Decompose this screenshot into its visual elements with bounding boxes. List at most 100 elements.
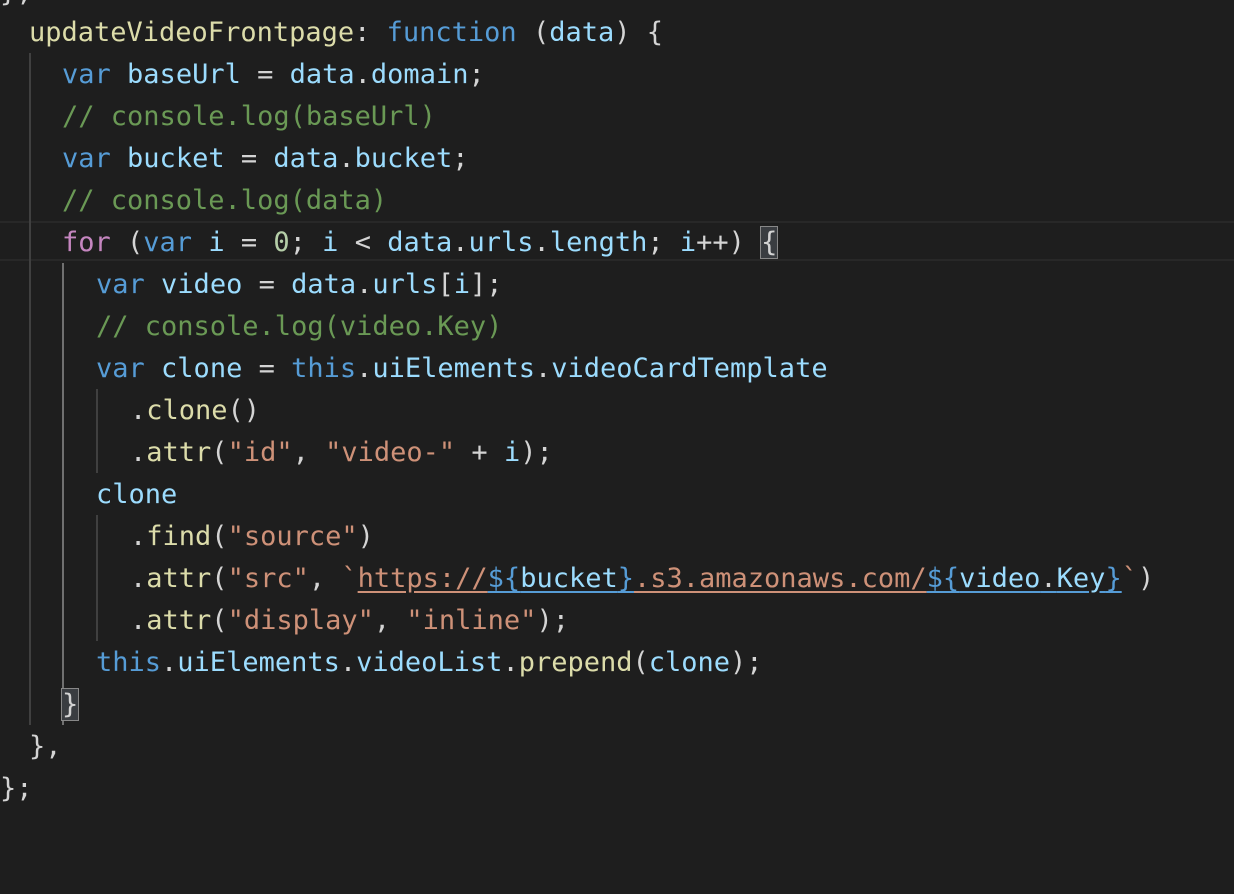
code-line-16[interactable]: this.uiElements.videoList.prepend(clone)… (0, 642, 763, 684)
code-editor[interactable]: }; updateVideoFrontpage: function (data)… (0, 0, 1234, 804)
punctuation: = (240, 59, 290, 90)
variable: clone (96, 479, 178, 510)
number: 0 (273, 227, 290, 258)
code-text: for (var i = 0; i < data.urls.length; i+… (62, 222, 779, 264)
variable: video (959, 563, 1041, 594)
code-line-1[interactable]: updateVideoFrontpage: function (data) { (0, 12, 663, 54)
punctuation: ; (468, 59, 485, 90)
string: "inline" (406, 605, 537, 636)
property: length (549, 227, 648, 258)
punctuation: ; (452, 143, 469, 174)
comment: // console.log(data) (62, 185, 388, 216)
method-name: prepend (518, 647, 633, 678)
punctuation: . (130, 563, 147, 594)
string: "display" (227, 605, 374, 636)
method-name: find (146, 521, 212, 552)
keyword: var (143, 227, 193, 258)
code-line-3[interactable]: // console.log(baseUrl) (0, 96, 436, 138)
variable: i (503, 437, 521, 468)
punctuation: ++) (696, 227, 762, 258)
variable: data (291, 269, 357, 300)
template-tick: ` (341, 563, 358, 594)
punctuation: . (161, 647, 178, 678)
indent-guide-level3-a (96, 389, 98, 473)
string: "id" (227, 437, 293, 468)
punctuation: . (354, 59, 371, 90)
punctuation: ; (647, 227, 680, 258)
code-line-12[interactable]: clone (0, 474, 177, 516)
keyword: var (62, 59, 111, 90)
code-line-15[interactable]: .attr("display", "inline"); (0, 600, 569, 642)
template-url-link[interactable]: .s3.amazonaws.com/ (634, 563, 927, 594)
punctuation: , (308, 563, 342, 594)
variable: i (208, 227, 225, 258)
punctuation: ( (211, 563, 228, 594)
variable: bucket (520, 563, 618, 594)
matched-bracket: } (60, 688, 80, 721)
variable: clone (648, 647, 731, 678)
code-line-18[interactable]: }, (0, 726, 65, 768)
punctuation: ( (516, 17, 550, 48)
punctuation: ( (632, 647, 649, 678)
punctuation: . (533, 227, 550, 258)
punctuation: . (534, 353, 552, 384)
property: uiElements (177, 647, 340, 678)
code-line-8[interactable]: // console.log(video.Key) (0, 306, 502, 348)
variable: clone (161, 353, 243, 384)
keyword: this (96, 647, 162, 678)
punctuation: ); (520, 437, 553, 468)
variable: data (387, 227, 453, 258)
code-line-4[interactable]: var bucket = data.bucket; (0, 138, 468, 180)
punctuation: ( (110, 227, 144, 258)
variable: data (289, 59, 355, 90)
method-name: attr (146, 437, 212, 468)
variable: video (161, 269, 243, 300)
keyword: this (291, 353, 357, 384)
punctuation: ]; (469, 269, 503, 300)
punctuation: ); (536, 605, 569, 636)
punctuation: . (356, 353, 373, 384)
punctuation: ( (211, 521, 228, 552)
template-url-link[interactable]: https:// (358, 563, 488, 594)
punctuation: , (292, 437, 326, 468)
punctuation: . (130, 395, 147, 426)
punctuation: ); (730, 647, 763, 678)
template-delimiter: ${ (926, 563, 960, 594)
code-line-13[interactable]: .find("source") (0, 516, 374, 558)
code-text: var video = data.urls[i]; (96, 264, 502, 306)
code-line-5[interactable]: // console.log(data) (0, 180, 387, 222)
matched-bracket: { (760, 226, 779, 259)
comment: // console.log(baseUrl) (62, 101, 436, 132)
template-delimiter: } (1105, 563, 1122, 594)
string: "src" (227, 563, 309, 594)
punctuation: + (455, 437, 504, 468)
code-line-partial-bottom[interactable]: }; (0, 768, 65, 810)
punctuation: ( (211, 437, 228, 468)
keyword: var (62, 143, 111, 174)
keyword: for (62, 227, 111, 258)
code-line-14[interactable]: .attr("src", `https://${bucket}.s3.amazo… (0, 558, 1154, 600)
keyword: var (96, 269, 145, 300)
code-text: .attr("id", "video-" + i); (130, 432, 553, 474)
keyword: var (96, 353, 145, 384)
code-text: var bucket = data.bucket; (62, 138, 468, 180)
punctuation: = (242, 353, 292, 384)
code-line-9[interactable]: var clone = this.uiElements.videoCardTem… (0, 348, 828, 390)
variable: i (453, 269, 470, 300)
code-line-11[interactable]: .attr("id", "video-" + i); (0, 432, 553, 474)
code-line-10[interactable]: .clone() (0, 390, 260, 432)
code-text: .find("source") (130, 516, 374, 558)
punctuation: . (130, 521, 147, 552)
code-text: var clone = this.uiElements.videoCardTem… (96, 348, 828, 390)
code-text: updateVideoFrontpage: function (data) { (29, 12, 663, 54)
punctuation: ) (1137, 563, 1155, 594)
code-line-2[interactable]: var baseUrl = data.domain; (0, 54, 485, 96)
punctuation: () (227, 395, 261, 426)
code-line-6[interactable]: for (var i = 0; i < data.urls.length; i+… (0, 222, 779, 264)
punctuation: : (354, 17, 371, 48)
code-line-7[interactable]: var video = data.urls[i]; (0, 264, 502, 306)
punctuation: . (452, 227, 469, 258)
punctuation: = (242, 269, 292, 300)
code-line-17[interactable]: } (0, 684, 80, 726)
param: data (549, 17, 615, 48)
